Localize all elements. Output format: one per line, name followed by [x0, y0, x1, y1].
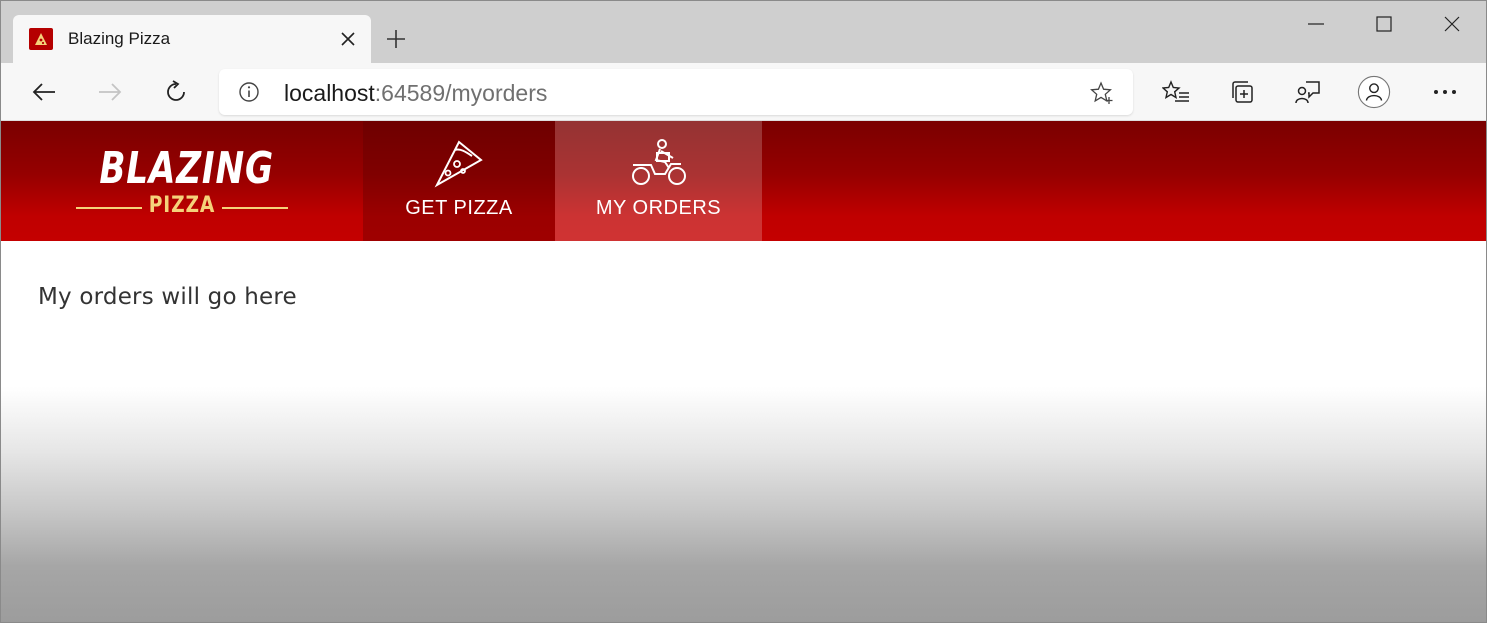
tab-title: Blazing Pizza	[68, 29, 171, 48]
logo-right-rule	[222, 207, 288, 209]
app-header: BLAZING PIZZA GET PIZZA MY ORDERS	[1, 121, 1486, 241]
favorites-list-icon[interactable]	[1159, 75, 1193, 109]
browser-tab[interactable]: Blazing Pizza	[13, 15, 371, 63]
more-options-icon[interactable]	[1428, 75, 1462, 109]
site-info-icon[interactable]	[237, 80, 261, 104]
minimize-icon[interactable]	[1296, 9, 1336, 39]
close-window-icon[interactable]	[1432, 9, 1472, 39]
new-tab-plus-icon[interactable]	[382, 25, 410, 53]
maximize-icon[interactable]	[1364, 9, 1404, 39]
forward-arrow-icon[interactable]	[93, 75, 127, 109]
tab-close-icon[interactable]	[336, 27, 360, 51]
nav-label-my-orders: MY ORDERS	[595, 197, 722, 219]
tab-strip: Blazing Pizza	[1, 1, 1486, 63]
main-content: My orders will go here	[1, 241, 1486, 622]
url-text[interactable]: localhost:64589/myorders	[284, 80, 547, 107]
refresh-icon[interactable]	[159, 75, 193, 109]
browser-toolbar: localhost:64589/myorders	[1, 63, 1486, 121]
browser-window: Blazing Pizza localhost:64589/myorders B…	[0, 0, 1487, 623]
logo-title: BLAZING	[99, 143, 274, 194]
pizza-slice-icon	[429, 137, 489, 189]
profile-avatar-icon[interactable]	[1357, 75, 1391, 109]
add-favorite-star-icon[interactable]	[1089, 80, 1115, 106]
address-bar[interactable]: localhost:64589/myorders	[219, 69, 1133, 115]
nav-tab-my-orders[interactable]: MY ORDERS	[555, 121, 762, 241]
url-path: :64589/myorders	[374, 80, 548, 106]
pizza-favicon-icon	[29, 28, 53, 50]
back-arrow-icon[interactable]	[27, 75, 61, 109]
feedback-icon[interactable]	[1291, 75, 1325, 109]
orders-placeholder-text: My orders will go here	[38, 284, 297, 310]
url-host: localhost	[284, 80, 375, 106]
blazing-pizza-logo[interactable]: BLAZING PIZZA	[76, 143, 288, 223]
logo-subtitle: PIZZA	[148, 193, 216, 218]
collections-icon[interactable]	[1225, 75, 1259, 109]
nav-label-get-pizza: GET PIZZA	[405, 197, 513, 219]
nav-tab-get-pizza[interactable]: GET PIZZA	[363, 121, 555, 241]
motorbike-icon	[629, 137, 689, 189]
